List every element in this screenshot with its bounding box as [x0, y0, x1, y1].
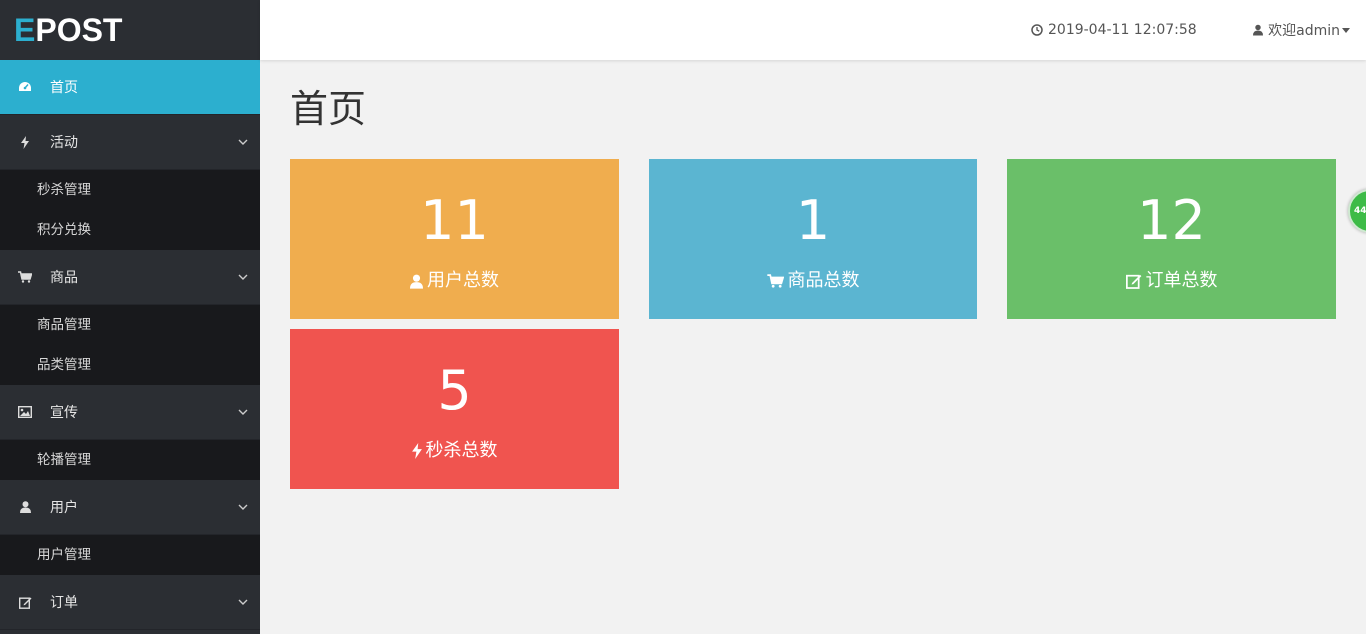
sidebar-item-label: 商品 [50, 270, 78, 286]
stat-card-goods[interactable]: 1 商品总数 [649, 159, 977, 319]
sidebar-item-promo[interactable]: 宣传 [0, 385, 260, 440]
submenu-goods: 商品管理 品类管理 [0, 305, 260, 385]
chevron-down-icon [238, 274, 248, 280]
top-header: 2019-04-11 12:07:58 欢迎admin [260, 0, 1366, 60]
submenu-item-goods-manage[interactable]: 商品管理 [0, 305, 260, 345]
cart-icon [18, 270, 32, 284]
bolt-icon [411, 443, 422, 459]
submenu-item-banner-manage[interactable]: 轮播管理 [0, 440, 260, 480]
submenu-item-seckill[interactable]: 秒杀管理 [0, 170, 260, 210]
submenu-promo: 轮播管理 [0, 440, 260, 480]
bolt-icon [18, 135, 32, 149]
chevron-down-icon [238, 139, 248, 145]
clock-icon [1031, 24, 1043, 36]
floating-badge[interactable]: 44 [1348, 189, 1366, 233]
chevron-down-icon [238, 409, 248, 415]
edit-icon [18, 595, 32, 609]
sidebar-item-orders[interactable]: 订单 [0, 575, 260, 630]
edit-icon [1125, 274, 1141, 289]
submenu-activity: 秒杀管理 积分兑换 [0, 170, 260, 250]
chevron-down-icon [238, 504, 248, 510]
stat-card-users[interactable]: 11 用户总数 [290, 159, 619, 319]
logo[interactable]: EPOST [0, 0, 260, 60]
stat-value: 5 [437, 359, 472, 422]
sidebar-item-goods[interactable]: 商品 [0, 250, 260, 305]
stat-value: 1 [795, 189, 831, 252]
sidebar-item-users[interactable]: 用户 [0, 480, 260, 535]
sidebar-item-label: 宣传 [50, 405, 78, 421]
sidebar-item-home[interactable]: 首页 [0, 60, 260, 115]
user-icon [18, 500, 32, 514]
submenu-item-user-manage[interactable]: 用户管理 [0, 535, 260, 575]
sidebar: EPOST 首页 活动 秒杀管理 积分兑换 商品 商品管理 品类管理 宣传 轮播… [0, 0, 260, 634]
stat-label-text: 秒杀总数 [425, 440, 498, 461]
chevron-down-icon [238, 599, 248, 605]
stat-label-text: 用户总数 [427, 270, 499, 291]
sidebar-item-label: 活动 [50, 135, 78, 151]
user-icon [410, 274, 423, 289]
stat-label: 商品总数 [649, 269, 977, 293]
stat-card-seckill[interactable]: 5 秒杀总数 [290, 329, 619, 489]
stat-label-text: 订单总数 [1145, 270, 1218, 291]
datetime-display: 2019-04-11 12:07:58 [1031, 0, 1197, 60]
stat-card-orders[interactable]: 12 订单总数 [1007, 159, 1336, 319]
sidebar-item-label: 用户 [50, 500, 78, 516]
stat-label: 秒杀总数 [290, 439, 619, 463]
submenu-item-category-manage[interactable]: 品类管理 [0, 345, 260, 385]
welcome-text: 欢迎admin [1268, 23, 1340, 39]
caret-down-icon [1342, 27, 1350, 33]
datetime-text: 2019-04-11 12:07:58 [1048, 22, 1197, 38]
stat-label-text: 商品总数 [787, 270, 860, 291]
sidebar-item-label: 首页 [50, 80, 78, 96]
stat-value: 11 [420, 189, 489, 252]
stat-value: 12 [1137, 189, 1206, 252]
logo-letter-e: E [14, 12, 36, 48]
dashboard-icon [18, 80, 32, 94]
sidebar-item-label: 订单 [50, 595, 78, 611]
page-title: 首页 [290, 87, 367, 131]
sidebar-item-activity[interactable]: 活动 [0, 115, 260, 170]
user-icon [1253, 24, 1264, 36]
image-icon [18, 405, 32, 419]
logo-text: POST [35, 12, 123, 48]
cart-icon [766, 274, 784, 288]
submenu-item-points-exchange[interactable]: 积分兑换 [0, 210, 260, 250]
user-menu[interactable]: 欢迎admin [1253, 0, 1350, 60]
submenu-users: 用户管理 [0, 535, 260, 575]
stat-label: 用户总数 [290, 269, 619, 293]
stat-label: 订单总数 [1007, 269, 1336, 293]
